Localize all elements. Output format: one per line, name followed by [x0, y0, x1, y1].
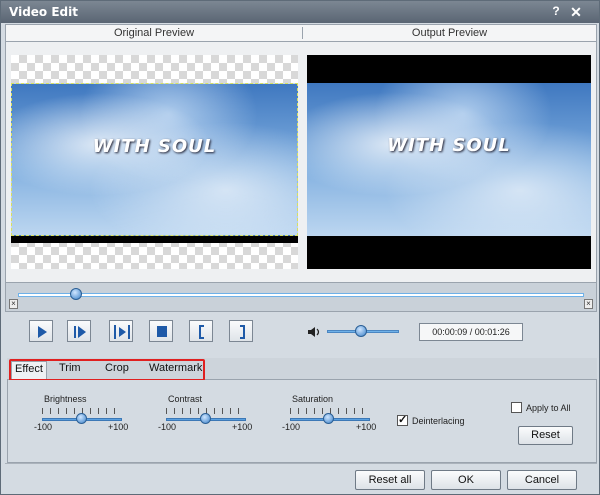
- deinterlacing-label: Deinterlacing: [412, 416, 465, 426]
- saturation-label: Saturation: [292, 394, 334, 404]
- saturation-max-label: +100: [356, 422, 377, 432]
- time-display: 00:00:09 / 00:01:26: [419, 323, 523, 341]
- footer-divider: [5, 463, 597, 464]
- window-title: Video Edit: [9, 5, 78, 19]
- original-video-letterbox: [11, 236, 298, 243]
- stop-icon: [157, 326, 167, 337]
- brightness-min-label: -100: [34, 422, 53, 432]
- contrast-slider-thumb[interactable]: [200, 413, 211, 424]
- checkmark-icon: ✓: [398, 414, 408, 426]
- preview-header: Original Preview Output Preview: [5, 24, 597, 42]
- title-bar: Video Edit ? ✕: [1, 1, 599, 23]
- original-preview-label: Original Preview: [113, 27, 195, 39]
- contrast-max-label: +100: [232, 422, 253, 432]
- speaker-icon[interactable]: [307, 326, 321, 338]
- original-video-caption: WITH SOUL: [92, 136, 217, 157]
- help-button[interactable]: ?: [549, 4, 563, 20]
- mark-in-button[interactable]: [189, 320, 213, 342]
- close-button[interactable]: ✕: [569, 4, 583, 20]
- next-frame-icon: [74, 326, 86, 338]
- brightness-max-label: +100: [108, 422, 129, 432]
- output-preview-label: Output Preview: [302, 27, 596, 39]
- cancel-button[interactable]: Cancel: [507, 470, 577, 490]
- output-video-caption: WITH SOUL: [387, 135, 511, 156]
- volume-slider-thumb[interactable]: [355, 325, 367, 337]
- timeline-start-marker[interactable]: ×: [9, 299, 18, 309]
- timeline-playhead[interactable]: [70, 288, 82, 300]
- tabs-highlight-box: [9, 359, 205, 381]
- contrast-min-label: -100: [158, 422, 177, 432]
- apply-to-all-checkbox[interactable]: [511, 402, 522, 413]
- play-selection-icon: [114, 325, 130, 339]
- contrast-label: Contrast: [168, 394, 203, 404]
- next-frame-button[interactable]: [67, 320, 91, 342]
- timeline: × ×: [5, 282, 597, 312]
- video-edit-dialog: Video Edit ? ✕ Original Preview Output P…: [0, 0, 600, 495]
- mark-out-icon: [240, 325, 245, 339]
- play-icon: [38, 326, 47, 338]
- ok-button[interactable]: OK: [431, 470, 501, 490]
- play-selection-button[interactable]: [109, 320, 133, 342]
- saturation-min-label: -100: [282, 422, 301, 432]
- original-preview-video[interactable]: WITH SOUL: [11, 83, 298, 236]
- play-button[interactable]: [29, 320, 53, 342]
- brightness-slider-thumb[interactable]: [76, 413, 87, 424]
- reset-all-button[interactable]: Reset all: [355, 470, 425, 490]
- playback-controls: 00:00:09 / 00:01:26: [5, 312, 597, 350]
- saturation-slider-thumb[interactable]: [323, 413, 334, 424]
- effect-panel: Brightness -100 +100 Contrast -100 +100 …: [7, 380, 597, 463]
- timeline-end-marker[interactable]: ×: [584, 299, 593, 309]
- mark-out-button[interactable]: [229, 320, 253, 342]
- stop-button[interactable]: [149, 320, 173, 342]
- apply-to-all-label: Apply to All: [526, 403, 571, 413]
- timeline-track[interactable]: [18, 293, 584, 297]
- mark-in-icon: [199, 325, 204, 339]
- deinterlacing-checkbox[interactable]: ✓: [397, 414, 408, 426]
- brightness-label: Brightness: [44, 394, 87, 404]
- reset-button[interactable]: Reset: [518, 426, 573, 445]
- output-preview-video: WITH SOUL: [307, 83, 591, 236]
